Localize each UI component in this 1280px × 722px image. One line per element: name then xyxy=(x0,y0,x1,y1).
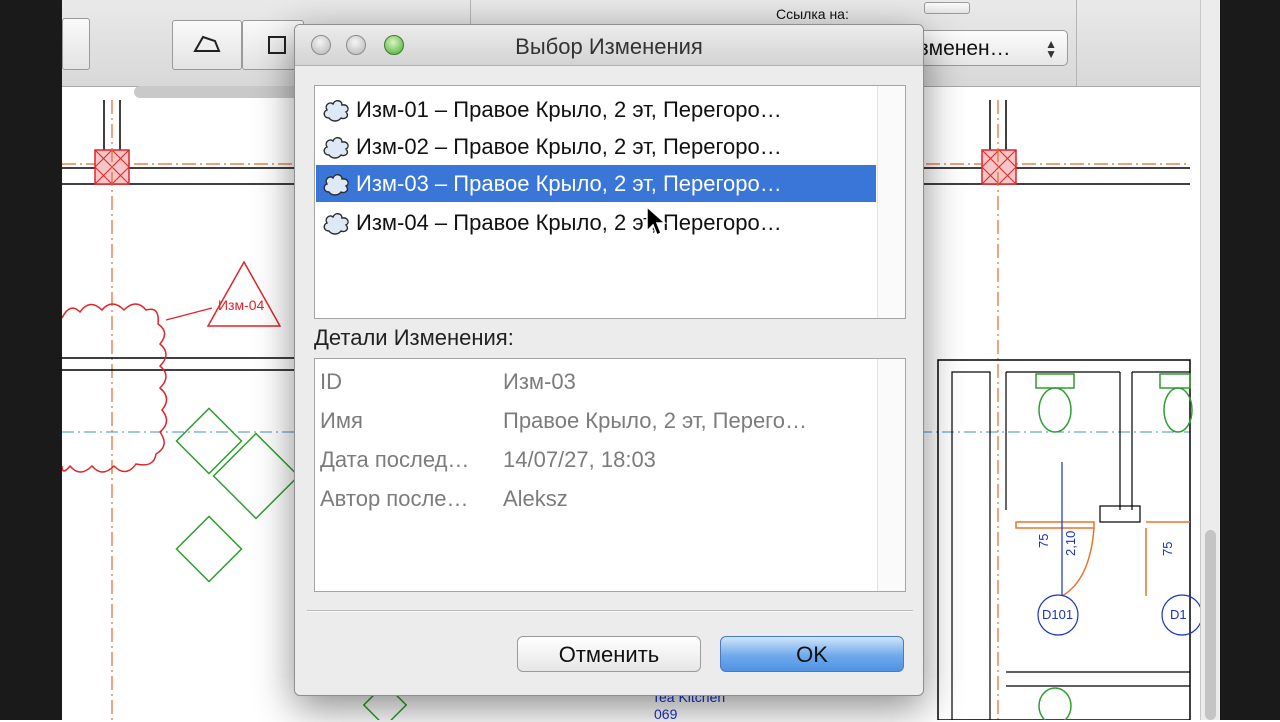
detail-key: Дата послед… xyxy=(320,447,470,472)
reference-select-value: зменен… xyxy=(919,37,1011,60)
detail-value: Изм-03 xyxy=(503,369,576,394)
change-list-item[interactable]: Изм-01 – Правое Крыло, 2 эт, Перегоро… xyxy=(316,91,876,128)
change-list-item-label: Изм-03 – Правое Крыло, 2 эт, Перегоро… xyxy=(356,171,782,196)
detail-value: Aleksz xyxy=(503,486,568,511)
door-tag-label: D101 xyxy=(1042,607,1074,622)
detail-key: ID xyxy=(320,369,342,394)
revision-cloud-icon xyxy=(323,174,349,196)
polygon-tool-button[interactable] xyxy=(172,20,242,70)
change-list-item-selected[interactable]: Изм-03 – Правое Крыло, 2 эт, Перегоро… xyxy=(316,165,876,202)
detail-key: Имя xyxy=(320,408,363,433)
left-dark-edge xyxy=(0,0,62,720)
dimension-label: 75 xyxy=(1036,533,1051,548)
dialog-separator xyxy=(307,610,913,612)
change-list-item-label: Изм-04 – Правое Крыло, 2 эт, Перегоро… xyxy=(356,210,782,235)
vertical-scrollbar-thumb[interactable] xyxy=(1205,530,1216,720)
change-list-item[interactable]: Изм-02 – Правое Крыло, 2 эт, Перегоро… xyxy=(316,128,876,165)
updown-arrows-icon: ▲ ▼ xyxy=(1045,37,1057,61)
revision-cloud-icon xyxy=(323,213,349,235)
dimension-label: 2,10 xyxy=(1063,530,1078,556)
cancel-button[interactable]: Отменить xyxy=(517,636,701,672)
toolbar-button-partial[interactable] xyxy=(62,18,90,70)
dimension-label: 75 xyxy=(1160,541,1175,556)
dialog-titlebar: Выбор Изменения xyxy=(295,25,923,66)
details-table: ID Изм-03 Имя Правое Крыло, 2 эт, Перего… xyxy=(314,358,906,592)
mouse-cursor-icon xyxy=(646,205,667,237)
vertical-scrollbar[interactable] xyxy=(1200,0,1221,720)
change-list-item[interactable]: Изм-04 – Правое Крыло, 2 эт, Перегоро… xyxy=(316,204,876,241)
details-scrollbar[interactable] xyxy=(877,359,905,591)
change-list-item-label: Изм-01 – Правое Крыло, 2 эт, Перегоро… xyxy=(356,97,782,122)
detail-value: 14/07/27, 18:03 xyxy=(503,447,656,472)
revision-tag-label: Изм-04 xyxy=(218,297,265,313)
horizontal-scrollbar-thumb[interactable] xyxy=(134,86,300,98)
reference-label: Ссылка на: xyxy=(776,6,849,22)
select-change-dialog: Выбор Изменения Изм-01 – Правое Крыло, 2… xyxy=(294,24,924,696)
details-heading: Детали Изменения: xyxy=(314,325,514,350)
change-list[interactable]: Изм-01 – Правое Крыло, 2 эт, Перегоро… И… xyxy=(314,85,906,319)
door-tag-partial-label: D1 xyxy=(1170,607,1187,622)
reference-select[interactable]: зменен… ▲ ▼ xyxy=(900,30,1068,66)
revision-cloud-icon xyxy=(323,137,349,159)
revision-cloud-icon xyxy=(323,100,349,122)
toolbar-button-right[interactable] xyxy=(924,2,970,14)
change-list-scrollbar[interactable] xyxy=(877,86,905,318)
ok-button[interactable]: OK xyxy=(720,636,904,672)
detail-key: Автор после… xyxy=(320,486,469,511)
polygon-icon xyxy=(193,35,221,52)
toolbar-divider xyxy=(1076,0,1077,86)
right-dark-edge xyxy=(1220,0,1280,720)
detail-value: Правое Крыло, 2 эт, Перего… xyxy=(503,408,807,433)
change-list-item-label: Изм-02 – Правое Крыло, 2 эт, Перегоро… xyxy=(356,134,782,159)
dialog-title: Выбор Изменения xyxy=(515,34,703,59)
